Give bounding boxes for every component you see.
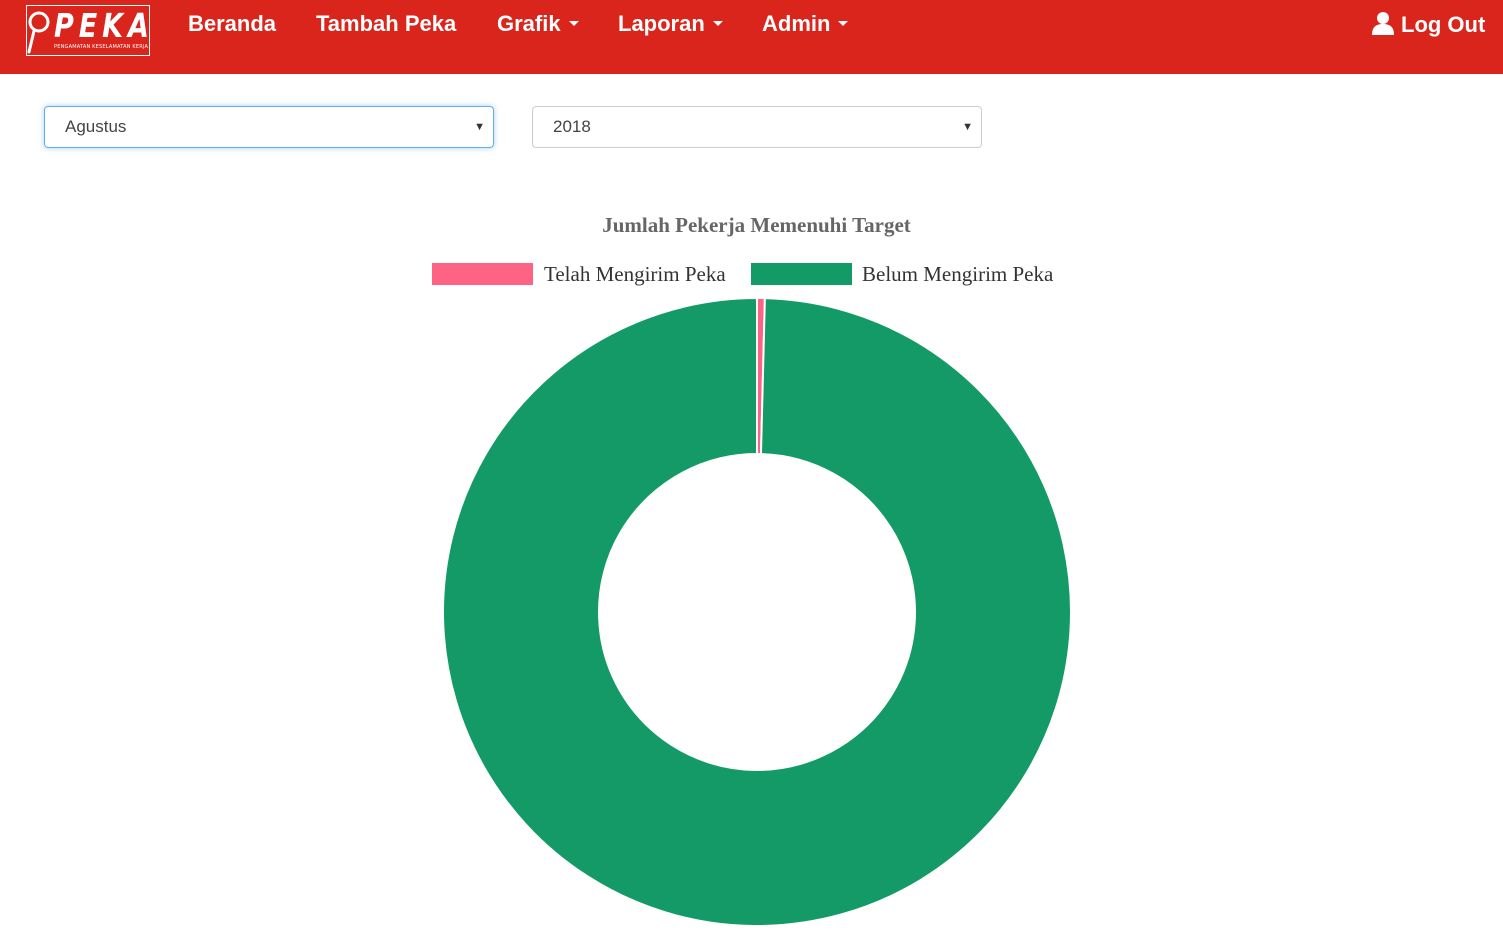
donut-chart: [442, 296, 1073, 927]
donut-slice-1[interactable]: [442, 296, 1073, 927]
